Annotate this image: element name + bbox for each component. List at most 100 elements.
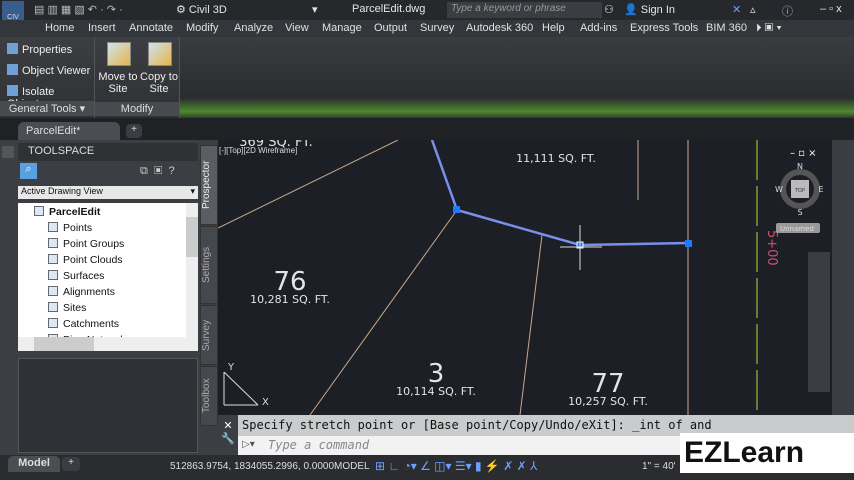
add-layout-button[interactable]: + [62, 457, 80, 471]
general-tools-label[interactable]: General Tools ▾ [0, 101, 94, 116]
tree-item-label: Point Clouds [63, 254, 123, 266]
workspace-select[interactable]: ⚙ Civil 3D [176, 3, 227, 16]
a360-icon[interactable]: ▵ [750, 3, 756, 16]
move-to-site-icon [107, 42, 131, 66]
tab-prospector[interactable]: Prospector [200, 145, 218, 225]
tab-autodesk-360[interactable]: Autodesk 360 [466, 22, 533, 34]
right-toolbar[interactable] [832, 140, 854, 455]
tab-annotate[interactable]: Annotate [129, 22, 173, 34]
model-space-button[interactable]: MODEL [334, 461, 370, 472]
file-title: ParcelEdit.dwg [352, 3, 426, 15]
navigation-bar[interactable] [808, 252, 830, 392]
grip[interactable] [685, 240, 692, 247]
help-icon[interactable]: ⓘ [782, 3, 793, 19]
properties-button[interactable]: Properties [7, 43, 72, 56]
view-dropdown[interactable]: Active Drawing View ▾ [18, 186, 198, 199]
tab-help[interactable]: Help [542, 22, 565, 34]
workspace-dropdown-icon[interactable]: ▾ [312, 3, 318, 16]
coordinates-readout[interactable]: 512863.9754, 1834055.2996, 0.0000 [170, 461, 334, 472]
tree-item-alignments[interactable]: Alignments [48, 286, 115, 298]
parcel-line [519, 234, 543, 416]
tab-add-ins[interactable]: Add-ins [580, 22, 617, 34]
compass-w: W [775, 185, 783, 194]
palette-grip-icon[interactable] [2, 146, 14, 158]
general-tools-panel: Properties Object Viewer Isolate Objects… [0, 37, 95, 118]
move-to-site-button[interactable]: Move to Site [98, 71, 138, 95]
toolspace-title: TOOLSPACE [18, 143, 198, 161]
tab-survey[interactable]: Survey [200, 305, 218, 365]
sign-in-button[interactable]: 👤 Sign In [624, 3, 675, 16]
toolspace-toolbar-icons[interactable]: ⧉ ▣ ? [140, 165, 175, 178]
status-toggle-icons[interactable]: ⊞ ∟ ◔▾ ∠ ◫▾ ☰▾ ▮ ⚡ ✗ ✗ ⅄ [375, 459, 537, 473]
alignments-icon [48, 286, 58, 296]
tab-toolbox[interactable]: Toolbox [200, 366, 218, 426]
tree-item-points[interactable]: Points [48, 222, 92, 234]
tab-express-tools[interactable]: Express Tools [630, 22, 698, 34]
ucs-x: X [262, 397, 269, 408]
ribbon-panel: Properties Object Viewer Isolate Objects… [0, 37, 854, 118]
item-view-panel [18, 358, 198, 453]
tree-item-point-groups[interactable]: Point Groups [48, 238, 124, 250]
exchange-icon[interactable]: ✕ [732, 3, 741, 16]
parcel-area: 10,257 SQ. FT. [568, 395, 648, 408]
file-tab-parceledit[interactable]: ParcelEdit* [18, 122, 120, 140]
tab-analyze[interactable]: Analyze [234, 22, 273, 34]
object-viewer-label: Object Viewer [22, 65, 91, 77]
surfaces-icon [48, 270, 58, 280]
tab-manage[interactable]: Manage [322, 22, 362, 34]
tree-root[interactable]: ParcelEdit [34, 206, 100, 218]
prospector-view-button[interactable]: ⌕ [20, 163, 37, 179]
viewcube[interactable]: TOP N S E W [775, 162, 823, 217]
point-groups-icon [48, 238, 58, 248]
watermark-logo: EZLearn [680, 433, 854, 473]
command-prompt-icon: ▷▾ [242, 439, 255, 450]
copy-to-site-button[interactable]: Copy to Site [139, 71, 179, 95]
new-tab-button[interactable]: + [126, 124, 142, 138]
tree-item-label: Points [63, 222, 93, 234]
ucs-y: Y [227, 362, 235, 373]
viewcube-top[interactable]: TOP [794, 188, 805, 194]
more-tabs-icon[interactable]: ⏵ ▣ ▾ [756, 22, 782, 35]
tab-settings[interactable]: Settings [200, 226, 218, 304]
tree-item-label: Sites [63, 302, 87, 314]
tab-home[interactable]: Home [45, 22, 74, 34]
point-clouds-icon [48, 254, 58, 264]
tab-view[interactable]: View [285, 22, 309, 34]
tab-bim-360[interactable]: BIM 360 [706, 22, 747, 34]
points-icon [48, 222, 58, 232]
parcel-area: 10,114 SQ. FT. [396, 385, 476, 398]
tree-item-surfaces[interactable]: Surfaces [48, 270, 104, 282]
window-controls[interactable]: – ▫ x [820, 3, 842, 15]
object-viewer-button[interactable]: Object Viewer [7, 64, 90, 77]
model-tab[interactable]: Model [8, 456, 60, 472]
sites-icon [48, 302, 58, 312]
workspace-label: Civil 3D [188, 4, 227, 16]
viewport-controls-label[interactable]: [-][Top][2D Wireframe] [219, 146, 297, 155]
tree-item-catchments[interactable]: Catchments [48, 318, 119, 330]
tab-insert[interactable]: Insert [88, 22, 116, 34]
tree-vertical-scrollbar[interactable] [186, 203, 198, 337]
sign-in-label: Sign In [640, 4, 676, 16]
drawing-canvas[interactable]: Y X 76 10,281 SQ. FT. 3 10,114 SQ. FT. 7… [217, 135, 832, 416]
viewport-controls[interactable]: – ▫ × [790, 148, 817, 159]
tab-modify[interactable]: Modify [186, 22, 218, 34]
properties-label: Properties [22, 44, 73, 56]
tree-item-point-clouds[interactable]: Point Clouds [48, 254, 123, 266]
tree-horizontal-scrollbar[interactable] [18, 337, 198, 351]
prospector-tree: ParcelEdit Points Point Groups Point Clo… [18, 203, 198, 351]
tree-item-label: Alignments [63, 286, 115, 298]
search-input[interactable]: Type a keyword or phrase [447, 2, 602, 18]
tab-survey[interactable]: Survey [420, 22, 454, 34]
station-label: 5+00 [764, 230, 779, 266]
properties-icon [7, 43, 18, 54]
annotation-scale[interactable]: 1" = 40' [642, 461, 676, 472]
modify-panel-label: Modify [95, 102, 179, 116]
catchments-icon [48, 318, 58, 328]
grip[interactable] [453, 206, 460, 213]
tree-item-label: Surfaces [63, 270, 105, 282]
binoculars-icon[interactable]: ⚇ [604, 3, 614, 16]
tab-output[interactable]: Output [374, 22, 407, 34]
quick-access-icons[interactable]: ▤ ▥ ▦ ▧ ↶ · ↷ · [34, 3, 123, 16]
tree-item-sites[interactable]: Sites [48, 302, 86, 314]
command-line-controls[interactable]: ✕ 🔧 [218, 415, 238, 455]
